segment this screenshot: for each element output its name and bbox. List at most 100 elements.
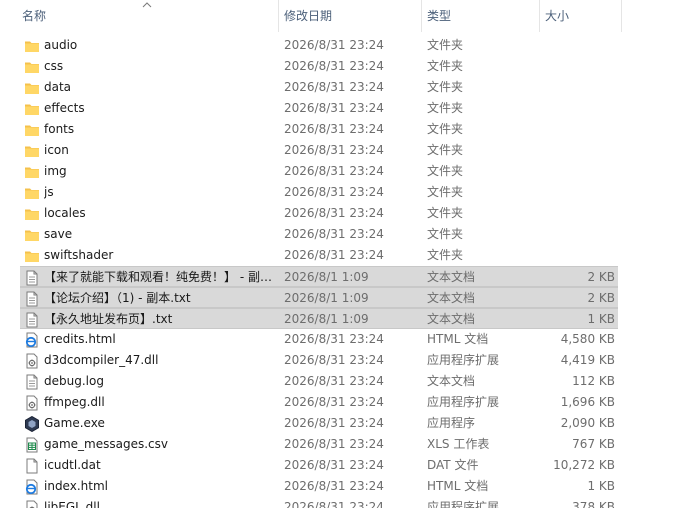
file-size bbox=[543, 224, 615, 245]
file-name: locales bbox=[44, 206, 86, 220]
column-header-type[interactable]: 类型 bbox=[421, 0, 539, 32]
file-name: js bbox=[44, 185, 54, 199]
column-header-date-label: 修改日期 bbox=[284, 9, 333, 23]
file-size: 2,090 KB bbox=[560, 416, 615, 430]
file-name: icon bbox=[44, 143, 69, 157]
file-date: 2026/8/31 23:24 bbox=[284, 206, 384, 220]
file-date: 2026/8/31 23:24 bbox=[284, 437, 384, 451]
file-row[interactable]: 【来了就能下载和观看！纯免费！】 - 副… 2026/8/1 1:09 文本文档 2 … bbox=[20, 266, 618, 287]
file-date: 2026/8/31 23:24 bbox=[284, 416, 384, 430]
file-name: icudtl.dat bbox=[44, 458, 101, 472]
file-date: 2026/8/31 23:24 bbox=[284, 143, 384, 157]
file-row[interactable]: fonts 2026/8/31 23:24 文件夹 bbox=[20, 119, 618, 140]
file-size bbox=[543, 203, 615, 224]
file-row[interactable]: 【论坛介绍】（1) - 副本.txt 2026/8/1 1:09 文本文档 2 KB bbox=[20, 287, 618, 308]
folder-icon bbox=[24, 59, 40, 75]
folder-icon bbox=[24, 122, 40, 138]
file-date: 2026/8/31 23:24 bbox=[284, 227, 384, 241]
file-row[interactable]: css 2026/8/31 23:24 文件夹 bbox=[20, 56, 618, 77]
file-size bbox=[543, 140, 615, 161]
column-header-name-label: 名称 bbox=[22, 9, 47, 23]
file-size: 378 KB bbox=[572, 500, 615, 508]
file-name: fonts bbox=[44, 122, 75, 136]
file-type: 文件夹 bbox=[427, 143, 464, 157]
file-row[interactable]: game_messages.csv 2026/8/31 23:24 XLS 工作表 7… bbox=[20, 434, 618, 455]
file-row[interactable]: libEGL.dll 2026/8/31 23:24 应用程序扩展 378 KB bbox=[20, 497, 618, 508]
file-size bbox=[543, 35, 615, 56]
file-date: 2026/8/31 23:24 bbox=[284, 248, 384, 262]
file-row[interactable]: ffmpeg.dll 2026/8/31 23:24 应用程序扩展 1,696 KB bbox=[20, 392, 618, 413]
file-size: 2 KB bbox=[587, 270, 615, 284]
file-row[interactable]: index.html 2026/8/31 23:24 HTML 文档 1 KB bbox=[20, 476, 618, 497]
file-row[interactable]: debug.log 2026/8/31 23:24 文本文档 112 KB bbox=[20, 371, 618, 392]
file-name: 【永久地址发布页】.txt bbox=[44, 312, 173, 326]
text-file-icon bbox=[24, 291, 40, 307]
file-type: 文件夹 bbox=[427, 185, 464, 199]
file-row[interactable]: 【永久地址发布页】.txt 2026/8/1 1:09 文本文档 1 KB bbox=[20, 308, 618, 329]
file-row[interactable]: data 2026/8/31 23:24 文件夹 bbox=[20, 77, 618, 98]
folder-icon bbox=[24, 80, 40, 96]
file-type: 文件夹 bbox=[427, 248, 464, 262]
file-row[interactable]: img 2026/8/31 23:24 文件夹 bbox=[20, 161, 618, 182]
file-size: 767 KB bbox=[572, 437, 615, 451]
file-row[interactable]: swiftshader 2026/8/31 23:24 文件夹 bbox=[20, 245, 618, 266]
file-date: 2026/8/31 23:24 bbox=[284, 395, 384, 409]
spreadsheet-file-icon bbox=[24, 437, 40, 453]
file-name: img bbox=[44, 164, 67, 178]
file-type: 文件夹 bbox=[427, 122, 464, 136]
folder-icon bbox=[24, 206, 40, 222]
file-name: 【来了就能下载和观看！纯免费！】 - 副… bbox=[44, 270, 272, 284]
column-divider[interactable] bbox=[621, 0, 622, 32]
file-type: DAT 文件 bbox=[427, 458, 479, 472]
file-row[interactable]: icudtl.dat 2026/8/31 23:24 DAT 文件 10,272 KB bbox=[20, 455, 618, 476]
file-type: 应用程序扩展 bbox=[427, 500, 500, 508]
file-row[interactable]: locales 2026/8/31 23:24 文件夹 bbox=[20, 203, 618, 224]
dll-file-icon bbox=[24, 353, 40, 369]
file-date: 2026/8/31 23:24 bbox=[284, 122, 384, 136]
file-size: 1 KB bbox=[587, 312, 615, 326]
file-type: 文件夹 bbox=[427, 59, 464, 73]
file-date: 2026/8/1 1:09 bbox=[284, 312, 369, 326]
file-type: XLS 工作表 bbox=[427, 437, 490, 451]
file-type: 文件夹 bbox=[427, 206, 464, 220]
column-header-date[interactable]: 修改日期 bbox=[278, 0, 421, 32]
file-size: 4,580 KB bbox=[560, 332, 615, 346]
folder-icon bbox=[24, 38, 40, 54]
folder-icon bbox=[24, 248, 40, 264]
file-row[interactable]: js 2026/8/31 23:24 文件夹 bbox=[20, 182, 618, 203]
file-row[interactable]: icon 2026/8/31 23:24 文件夹 bbox=[20, 140, 618, 161]
file-row[interactable]: d3dcompiler_47.dll 2026/8/31 23:24 应用程序扩展 4… bbox=[20, 350, 618, 371]
column-header-size[interactable]: 大小 bbox=[539, 0, 621, 32]
file-type: 文本文档 bbox=[427, 291, 476, 305]
file-name: 【论坛介绍】（1) - 副本.txt bbox=[44, 291, 191, 305]
file-size bbox=[543, 77, 615, 98]
file-row[interactable]: effects 2026/8/31 23:24 文件夹 bbox=[20, 98, 618, 119]
file-row[interactable]: Game.exe 2026/8/31 23:24 应用程序 2,090 KB bbox=[20, 413, 618, 434]
file-name: swiftshader bbox=[44, 248, 114, 262]
file-name: effects bbox=[44, 101, 85, 115]
file-date: 2026/8/31 23:24 bbox=[284, 458, 384, 472]
file-date: 2026/8/31 23:24 bbox=[284, 59, 384, 73]
dll-file-icon bbox=[24, 500, 40, 508]
file-name: game_messages.csv bbox=[44, 437, 168, 451]
folder-icon bbox=[24, 185, 40, 201]
html-file-icon bbox=[24, 479, 40, 495]
file-name: Game.exe bbox=[44, 416, 105, 430]
file-date: 2026/8/31 23:24 bbox=[284, 500, 384, 508]
file-row[interactable]: audio 2026/8/31 23:24 文件夹 bbox=[20, 35, 618, 56]
file-size: 112 KB bbox=[572, 374, 615, 388]
file-row[interactable]: save 2026/8/31 23:24 文件夹 bbox=[20, 224, 618, 245]
file-row[interactable]: credits.html 2026/8/31 23:24 HTML 文档 4,580 … bbox=[20, 329, 618, 350]
file-date: 2026/8/31 23:24 bbox=[284, 80, 384, 94]
folder-icon bbox=[24, 143, 40, 159]
file-type: 应用程序 bbox=[427, 416, 476, 430]
dll-file-icon bbox=[24, 395, 40, 411]
folder-icon bbox=[24, 227, 40, 243]
file-size: 10,272 KB bbox=[553, 458, 615, 472]
file-name: index.html bbox=[44, 479, 108, 493]
file-name: credits.html bbox=[44, 332, 116, 346]
file-size: 1,696 KB bbox=[560, 395, 615, 409]
folder-icon bbox=[24, 164, 40, 180]
file-date: 2026/8/1 1:09 bbox=[284, 270, 369, 284]
file-list: audio 2026/8/31 23:24 文件夹 css 2026/8/31 23:2… bbox=[0, 35, 680, 508]
